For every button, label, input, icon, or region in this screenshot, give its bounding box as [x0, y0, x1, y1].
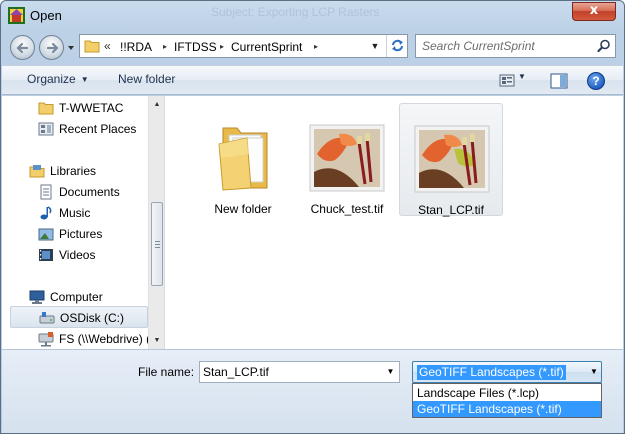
- chevron-down-icon: ▼: [80, 75, 89, 84]
- breadcrumb-separator[interactable]: ▸: [163, 42, 167, 51]
- back-arrow-icon: [16, 42, 29, 54]
- folder-icon: [218, 127, 268, 191]
- refresh-icon: [392, 39, 403, 52]
- nav-item-label: Computer: [50, 290, 103, 304]
- folder-icon: [38, 102, 54, 115]
- music-icon: [40, 206, 52, 220]
- scroll-down-button[interactable]: ▼: [149, 332, 164, 349]
- recent-places-icon: [38, 122, 54, 136]
- file-list-pane[interactable]: New folder Chuck_test.tif Stan_LCP.tif: [165, 96, 623, 349]
- pictures-icon: [38, 228, 54, 241]
- file-type-selected-value: GeoTIFF Landscapes (*.tif): [417, 365, 566, 380]
- nav-item-osdisk[interactable]: OSDisk (C:): [10, 306, 148, 328]
- computer-icon: [29, 290, 45, 304]
- nav-item-label: Documents: [59, 185, 120, 199]
- nav-item-documents[interactable]: Documents: [2, 181, 148, 203]
- title-bar[interactable]: Open Subject: Exporting LCP Rasters x: [1, 1, 624, 31]
- back-button[interactable]: [10, 35, 35, 60]
- more-views-dropdown-icon[interactable]: ▼: [518, 72, 526, 81]
- breadcrumb-overflow[interactable]: «: [104, 39, 111, 53]
- nav-item-label: T-WWETAC: [59, 101, 124, 115]
- scroll-up-button[interactable]: ▲: [149, 96, 164, 113]
- nav-item-libraries[interactable]: Libraries: [2, 160, 148, 182]
- file-item-chuck-test[interactable]: Chuck_test.tif: [295, 103, 399, 216]
- file-type-option-geotiff[interactable]: GeoTIFF Landscapes (*.tif): [413, 401, 601, 417]
- file-type-dropdown-list[interactable]: Landscape Files (*.lcp) GeoTIFF Landscap…: [412, 383, 602, 418]
- organize-label: Organize: [27, 72, 76, 86]
- file-label: Chuck_test.tif: [310, 202, 384, 216]
- nav-item-recent-places[interactable]: Recent Places: [2, 118, 148, 140]
- image-file-icon: [414, 125, 490, 193]
- nav-item-label: Libraries: [50, 164, 97, 178]
- nav-item-label: Pictures: [59, 227, 103, 241]
- file-item-new-folder[interactable]: New folder: [191, 103, 295, 216]
- file-name-combobox[interactable]: ▼: [199, 361, 400, 383]
- file-type-select[interactable]: GeoTIFF Landscapes (*.tif) ▼: [412, 361, 602, 383]
- nav-item-fs-webdrive[interactable]: FS (\\Webdrive) (: [2, 328, 151, 349]
- image-file-icon: [309, 124, 385, 192]
- forward-button[interactable]: [39, 35, 64, 60]
- nav-item-computer[interactable]: Computer: [2, 286, 148, 308]
- new-folder-button[interactable]: New folder: [118, 72, 175, 86]
- chevron-down-icon: ▼: [370, 41, 380, 51]
- navigation-scrollbar[interactable]: ▲ ▼: [148, 96, 164, 349]
- refresh-button[interactable]: [386, 35, 407, 57]
- breadcrumb-iftdss[interactable]: IFTDSS: [174, 40, 217, 54]
- scroll-thumb[interactable]: [151, 202, 163, 286]
- close-button[interactable]: x: [572, 2, 616, 21]
- nav-item-t-wwetac[interactable]: T-WWETAC: [2, 97, 148, 119]
- file-name-input[interactable]: [200, 362, 380, 382]
- nav-item-label: Recent Places: [59, 122, 137, 136]
- nav-item-pictures[interactable]: Pictures: [2, 223, 148, 245]
- recent-locations-dropdown-icon[interactable]: [67, 44, 75, 52]
- videos-icon: [39, 249, 53, 261]
- app-icon: [8, 7, 25, 24]
- help-button[interactable]: ?: [587, 72, 605, 90]
- file-name-label: File name:: [138, 365, 195, 379]
- breadcrumb-currentsprint[interactable]: CurrentSprint: [231, 40, 302, 54]
- folder-icon: [84, 40, 100, 53]
- address-bar[interactable]: « !!RDA ▸ IFTDSS ▸ CurrentSprint ▸ ▼: [79, 34, 408, 58]
- window-title: Open: [30, 8, 62, 23]
- nav-item-label: Music: [59, 206, 91, 220]
- search-input[interactable]: [416, 35, 591, 57]
- forward-arrow-icon: [46, 42, 59, 54]
- navigation-pane[interactable]: T-WWETAC Recent Places Libraries Documen…: [2, 96, 165, 349]
- nav-item-music[interactable]: Music: [2, 202, 148, 224]
- breadcrumb-rda[interactable]: !!RDA: [120, 40, 152, 54]
- search-box[interactable]: [415, 34, 616, 58]
- close-icon: x: [589, 3, 599, 18]
- address-history-dropdown[interactable]: ▼: [365, 35, 385, 57]
- command-toolbar: Organize ▼ New folder ▼ ?: [2, 65, 623, 95]
- help-icon: ?: [592, 74, 600, 88]
- nav-item-label: Videos: [59, 248, 96, 262]
- organize-button[interactable]: Organize ▼: [27, 72, 89, 86]
- file-label: Stan_LCP.tif: [418, 203, 484, 217]
- main-content: T-WWETAC Recent Places Libraries Documen…: [2, 96, 623, 349]
- file-type-option-lcp[interactable]: Landscape Files (*.lcp): [413, 385, 601, 401]
- documents-icon: [40, 184, 52, 200]
- grip-icon: [155, 241, 160, 248]
- nav-item-videos[interactable]: Videos: [2, 244, 148, 266]
- file-name-dropdown-button[interactable]: ▼: [382, 362, 399, 382]
- file-label: New folder: [214, 202, 272, 216]
- file-item-stan-lcp[interactable]: Stan_LCP.tif: [399, 103, 503, 217]
- network-drive-icon: [38, 332, 54, 347]
- nav-item-label: OSDisk (C:): [60, 311, 124, 325]
- nav-item-label: FS (\\Webdrive) (: [59, 332, 151, 346]
- libraries-icon: [29, 165, 45, 178]
- preview-pane-icon[interactable]: [550, 73, 568, 89]
- search-icon[interactable]: [597, 39, 611, 53]
- background-window-title: Subject: Exporting LCP Rasters: [211, 5, 380, 19]
- chevron-down-icon: ▼: [386, 367, 395, 376]
- open-dialog-window: Open Subject: Exporting LCP Rasters x « …: [0, 0, 625, 434]
- chevron-down-icon[interactable]: ▼: [587, 362, 601, 382]
- drive-icon: [39, 312, 55, 324]
- breadcrumb-separator[interactable]: ▸: [314, 42, 318, 51]
- navigation-row: « !!RDA ▸ IFTDSS ▸ CurrentSprint ▸ ▼: [1, 31, 624, 63]
- file-name-area: File name: ▼ GeoTIFF Landscapes (*.tif) …: [2, 349, 623, 433]
- breadcrumb-separator[interactable]: ▸: [220, 42, 224, 51]
